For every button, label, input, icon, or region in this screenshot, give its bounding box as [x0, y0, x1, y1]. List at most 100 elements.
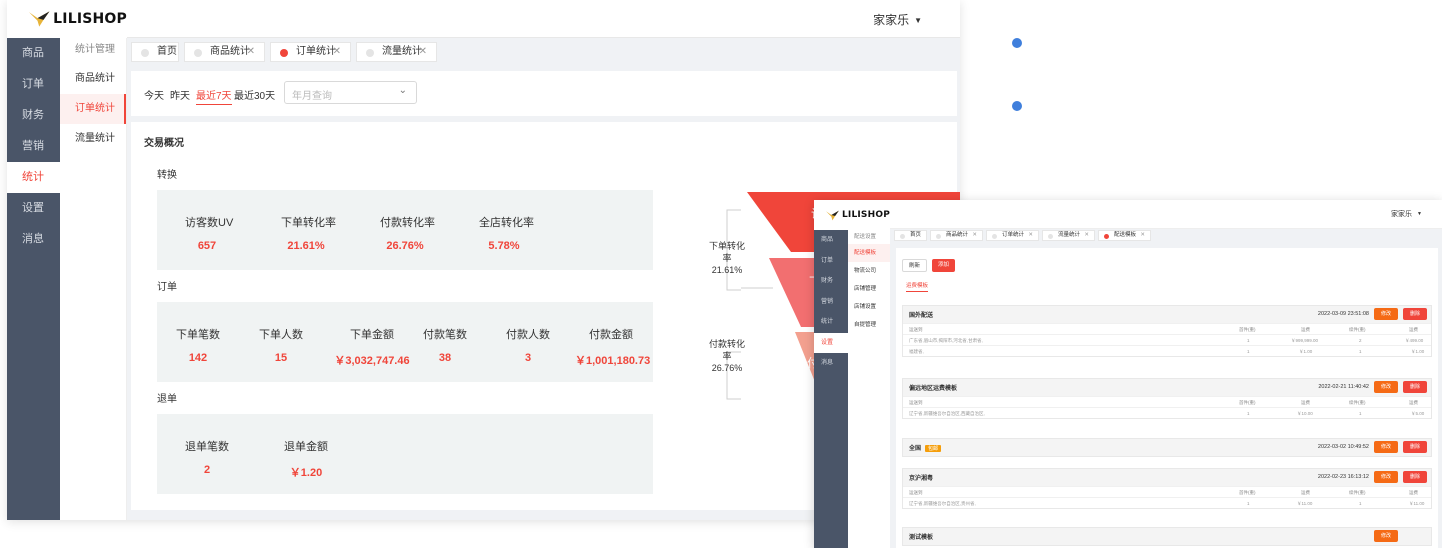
- column-header: 运费: [1409, 490, 1418, 495]
- nav-item-statistics[interactable]: 统计: [814, 312, 848, 333]
- logo[interactable]: LILISHOP: [7, 0, 127, 38]
- close-icon[interactable]: ✕: [972, 231, 977, 240]
- sub-item-goods-stats[interactable]: 商品统计: [60, 64, 126, 94]
- sub-item-pickup[interactable]: 自提管理: [848, 316, 890, 334]
- column-header: 首件(重): [1239, 400, 1256, 405]
- stat-refund-count: 退单笔数 2: [185, 438, 229, 476]
- edit-button[interactable]: 修改: [1374, 471, 1398, 483]
- cell-region: 辽宁省,新疆维吾尔自治区,贵州省,: [909, 501, 976, 506]
- close-icon[interactable]: ✕: [1140, 231, 1145, 240]
- nav-item-orders[interactable]: 订单: [7, 69, 60, 100]
- nav-item-finance[interactable]: 财务: [814, 271, 848, 292]
- sub-item-traffic-stats[interactable]: 流量统计: [60, 124, 126, 154]
- nav-item-marketing[interactable]: 营销: [7, 131, 60, 162]
- stat-payment-amount: 付款金额 ￥1,001,180.73: [575, 326, 651, 368]
- tab-home[interactable]: 首页: [131, 42, 179, 62]
- stat-value: 657: [197, 240, 217, 252]
- sub-item-shipping-template[interactable]: 配送模板: [848, 244, 890, 262]
- nav-item-finance[interactable]: 财务: [7, 100, 60, 131]
- refund-stats: 退单笔数 2 退单金额 ￥1.20: [157, 414, 653, 494]
- nav-item-messages[interactable]: 消息: [814, 353, 848, 374]
- tab-dot-icon: [141, 49, 149, 57]
- tab-label: 首页: [157, 46, 177, 57]
- sub-menu: 配送设置 配送模板 物流公司 店铺管理 店铺设置 自提管理: [848, 230, 890, 548]
- stat-value: 5.78%: [488, 240, 520, 252]
- tab-dot-icon: [280, 49, 288, 57]
- user-menu[interactable]: 家家乐 ▼: [1391, 209, 1422, 219]
- date-filter-bar: 今天 昨天 最近7天 最近30天 年月查询 ⌄: [131, 71, 957, 116]
- funnel-label-name: 下单转化率: [708, 241, 745, 263]
- template-card: 京沪湘粤 2022-02-23 16:13:12 修改 删除 运送到 首件(重)…: [902, 468, 1432, 509]
- month-select[interactable]: 年月查询 ⌄: [284, 81, 417, 104]
- stat-label: 付款转化率: [380, 217, 435, 229]
- nav-item-goods[interactable]: 商品: [814, 230, 848, 251]
- close-icon[interactable]: ✕: [419, 43, 427, 61]
- delete-button[interactable]: 删除: [1403, 471, 1427, 483]
- delete-button[interactable]: 删除: [1403, 308, 1427, 320]
- tab-shipping-template[interactable]: 配送模板 ✕: [1098, 230, 1151, 241]
- edit-button[interactable]: 修改: [1374, 530, 1398, 542]
- sub-item-store-manage[interactable]: 店铺管理: [848, 280, 890, 298]
- sub-menu-title: 配送设置: [854, 234, 877, 240]
- user-name: 家家乐: [873, 13, 910, 27]
- cell-extra: 1: [1359, 411, 1362, 416]
- delete-button[interactable]: 删除: [1403, 381, 1427, 393]
- stat-value: ￥1,001,180.73: [575, 355, 651, 367]
- tab-dot-icon: [1048, 234, 1053, 239]
- filter-yesterday[interactable]: 昨天: [170, 87, 190, 102]
- user-menu[interactable]: 家家乐 ▼: [873, 11, 922, 28]
- stat-value: 15: [274, 352, 288, 364]
- template-header: 测试模板 修改: [903, 528, 1431, 545]
- stat-label: 付款人数: [506, 329, 550, 341]
- cell-fee: ￥11.00: [1297, 501, 1313, 506]
- cell-extra-fee: ￥499.00: [1405, 338, 1424, 343]
- tab-order-stats[interactable]: 订单统计 ✕: [270, 42, 351, 62]
- column-header: 首件(重): [1239, 327, 1256, 332]
- filter-today[interactable]: 今天: [144, 87, 164, 102]
- close-icon[interactable]: ✕: [1084, 231, 1089, 240]
- cell-extra-fee: ￥11.00: [1409, 501, 1425, 506]
- tab-freight-template[interactable]: 运费模板: [906, 281, 929, 292]
- delete-button[interactable]: 删除: [1403, 441, 1427, 453]
- template-card: 全国 包邮 2022-03-02 10:49:52 修改 删除: [902, 438, 1432, 457]
- order-stats: 下单笔数 142 下单人数 15 下单金额 ￥3,032,747.46 付款笔数…: [157, 302, 653, 382]
- refresh-button[interactable]: 刷新: [902, 259, 928, 272]
- edit-button[interactable]: 修改: [1374, 441, 1398, 453]
- tab-traffic-stats[interactable]: 流量统计 ✕: [356, 42, 437, 62]
- sub-menu-title: 统计管理: [75, 44, 115, 55]
- tab-label: 首页: [910, 232, 922, 238]
- tab-label: 订单统计: [296, 46, 336, 57]
- logo-text: LILISHOP: [841, 210, 890, 220]
- filter-last-30-days[interactable]: 最近30天: [234, 87, 275, 102]
- close-icon[interactable]: ✕: [247, 43, 255, 61]
- close-icon[interactable]: ✕: [1028, 231, 1033, 240]
- tab-goods-stats[interactable]: 商品统计 ✕: [930, 230, 983, 241]
- sub-item-logistics[interactable]: 物流公司: [848, 262, 890, 280]
- add-button[interactable]: 添加: [932, 259, 956, 272]
- nav-item-messages[interactable]: 消息: [7, 224, 60, 255]
- tab-order-stats[interactable]: 订单统计 ✕: [986, 230, 1039, 241]
- bullet-dot: [1012, 38, 1022, 48]
- column-header: 续件(重): [1349, 327, 1366, 332]
- close-icon[interactable]: ✕: [333, 43, 341, 61]
- tab-home[interactable]: 首页: [894, 230, 927, 241]
- edit-button[interactable]: 修改: [1374, 381, 1398, 393]
- tab-goods-stats[interactable]: 商品统计 ✕: [184, 42, 265, 62]
- filter-last-7-days[interactable]: 最近7天: [196, 87, 232, 105]
- column-header: 续件(重): [1349, 490, 1366, 495]
- tab-traffic-stats[interactable]: 流量统计 ✕: [1042, 230, 1095, 241]
- nav-item-orders[interactable]: 订单: [814, 251, 848, 272]
- table-row: 辽宁省,新疆维吾尔自治区,贵州省, 1 ￥11.00 1 ￥11.00: [903, 497, 1431, 508]
- nav-item-settings[interactable]: 设置: [7, 193, 60, 224]
- nav-item-settings[interactable]: 设置: [814, 332, 848, 353]
- shipping-template-window: LILISHOP 家家乐 ▼ 商品 订单 财务 营销 统计 设置 消息 配送设置 …: [814, 200, 1442, 548]
- tab-dot-icon: [936, 234, 941, 239]
- edit-button[interactable]: 修改: [1374, 308, 1398, 320]
- logo[interactable]: LILISHOP: [814, 200, 890, 230]
- nav-item-goods[interactable]: 商品: [7, 38, 60, 69]
- sub-item-store-settings[interactable]: 店铺设置: [848, 298, 890, 316]
- nav-item-marketing[interactable]: 营销: [814, 292, 848, 313]
- nav-item-statistics[interactable]: 统计: [7, 162, 60, 193]
- template-header: 京沪湘粤 2022-02-23 16:13:12 修改 删除: [903, 469, 1431, 486]
- sub-item-order-stats[interactable]: 订单统计: [60, 94, 126, 124]
